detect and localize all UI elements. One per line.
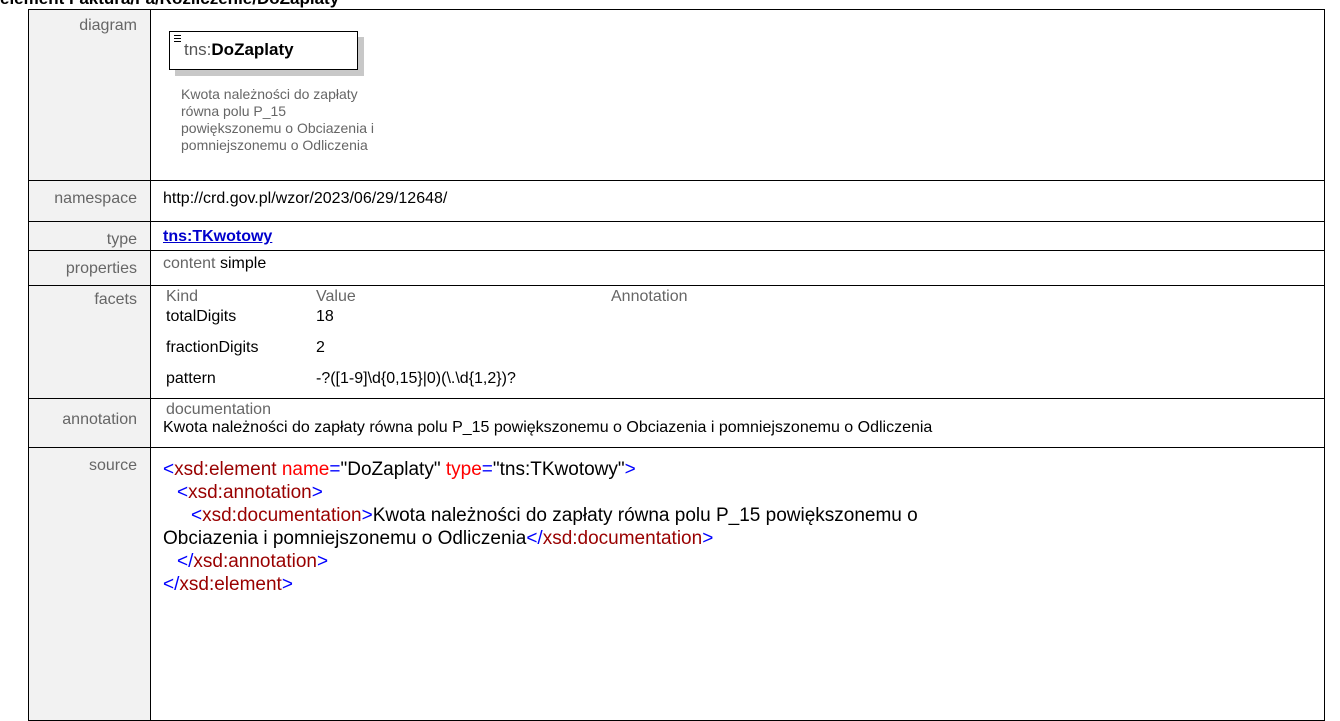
facet-kind: totalDigits (166, 308, 237, 325)
element-box[interactable]: tns:DoZaplaty (169, 31, 358, 70)
facet-row: pattern -?([1-9]\d{0,15}|0)(\.\d{1,2})? (163, 367, 1312, 398)
source-line: Obciazenia i pomniejszonemu o Odliczenia… (163, 528, 714, 549)
page-title: element Faktura/Fa/Rozliczenie/DoZaplaty (0, 0, 1340, 9)
property-key: content (163, 255, 216, 272)
diagram-cell: tns:DoZaplaty Kwota należności do zapłat… (150, 9, 1325, 181)
facet-annotation (611, 305, 1011, 336)
diagram-doc-line: Kwota należności do zapłaty (181, 86, 358, 102)
diagram-row: diagram tns:DoZaplaty Kwota należności d… (28, 9, 1325, 181)
type-row: type tns:TKwotowy (28, 221, 1325, 251)
properties-row: properties content simple (28, 250, 1325, 286)
facet-value: 2 (316, 339, 325, 356)
facets-header-kind: Kind (166, 288, 199, 305)
facet-row: totalDigits 18 (163, 305, 1312, 336)
type-label: type (28, 221, 151, 251)
facet-annotation (611, 367, 1011, 398)
annotation-block: documentation Kwota należności do zapłat… (163, 399, 1312, 437)
facet-value: 18 (316, 308, 334, 325)
facets-table: Kind Value Annotation totalDigits 18 fra… (163, 286, 1312, 398)
source-line: <xsd:documentation>Kwota należności do z… (191, 505, 918, 526)
source-text: Kwota należności do zapłaty równa polu P… (372, 505, 918, 526)
element-name: tns:DoZaplaty (184, 40, 294, 60)
namespace-label: namespace (28, 180, 151, 222)
namespace-value: http://crd.gov.pl/wzor/2023/06/29/12648/ (163, 190, 448, 207)
facets-header-value: Value (316, 288, 356, 305)
lines-icon (174, 35, 181, 42)
source-attr-value: "DoZaplaty" (340, 459, 441, 480)
facet-kind: fractionDigits (166, 339, 259, 356)
diagram-doc-line: powiększonemu o Obciazenia i (181, 120, 374, 136)
facets-row: facets Kind Value Annotation totalDigits… (28, 285, 1325, 399)
element-local-name: DoZaplaty (211, 40, 294, 59)
source-text: Obciazenia i pomniejszonemu o Odliczenia (163, 528, 527, 549)
diagram-label: diagram (28, 9, 151, 181)
facets-header: Kind Value Annotation (163, 289, 1312, 305)
facet-kind: pattern (166, 370, 216, 387)
annotation-row: annotation documentation Kwota należnośc… (28, 398, 1325, 448)
source-tag: xsd:element (179, 574, 282, 595)
source-attr-value: "tns:TKwotowy" (492, 459, 625, 480)
annotation-label: annotation (28, 398, 151, 448)
source-code: <xsd:element name="DoZaplaty" type="tns:… (163, 448, 1312, 596)
source-tag: xsd:element (174, 459, 277, 480)
source-tag: xsd:annotation (188, 482, 312, 503)
element-diagram: tns:DoZaplaty Kwota należności do zapłat… (151, 10, 1324, 170)
source-attr-name: name (281, 459, 330, 480)
facet-value: -?([1-9]\d{0,15}|0)(\.\d{1,2})? (316, 370, 516, 387)
diagram-doc-line: równa polu P_15 (181, 103, 287, 119)
facets-label: facets (28, 285, 151, 399)
facets-header-annotation: Annotation (611, 288, 688, 305)
source-tag: xsd:annotation (193, 551, 317, 572)
facet-annotation (611, 336, 1011, 367)
facet-row: fractionDigits 2 (163, 336, 1312, 367)
element-prefix: tns: (184, 40, 212, 59)
properties-label: properties (28, 250, 151, 286)
element-diagram-doc: Kwota należności do zapłaty równa polu P… (181, 86, 471, 154)
source-line: <xsd:annotation> (177, 482, 323, 503)
source-line: </xsd:element> (163, 574, 293, 595)
source-label: source (28, 447, 151, 721)
annotation-value: Kwota należności do zapłaty równa polu P… (163, 419, 933, 436)
source-tag: xsd:documentation (542, 528, 703, 549)
property-value: simple (220, 255, 267, 272)
source-tag: xsd:documentation (202, 505, 362, 526)
properties-list: content simple (163, 251, 1312, 273)
type-link[interactable]: tns:TKwotowy (163, 222, 1312, 246)
source-attr-name: type (445, 459, 482, 480)
source-line: <xsd:element name="DoZaplaty" type="tns:… (163, 459, 636, 480)
annotation-key: documentation (166, 401, 271, 418)
namespace-row: namespace http://crd.gov.pl/wzor/2023/06… (28, 180, 1325, 222)
element-doc-table: diagram tns:DoZaplaty Kwota należności d… (28, 9, 1325, 721)
source-line: </xsd:annotation> (177, 551, 329, 572)
diagram-doc-line: pomniejszonemu o Odliczenia (181, 137, 368, 153)
source-row: source <xsd:element name="DoZaplaty" typ… (28, 447, 1325, 721)
